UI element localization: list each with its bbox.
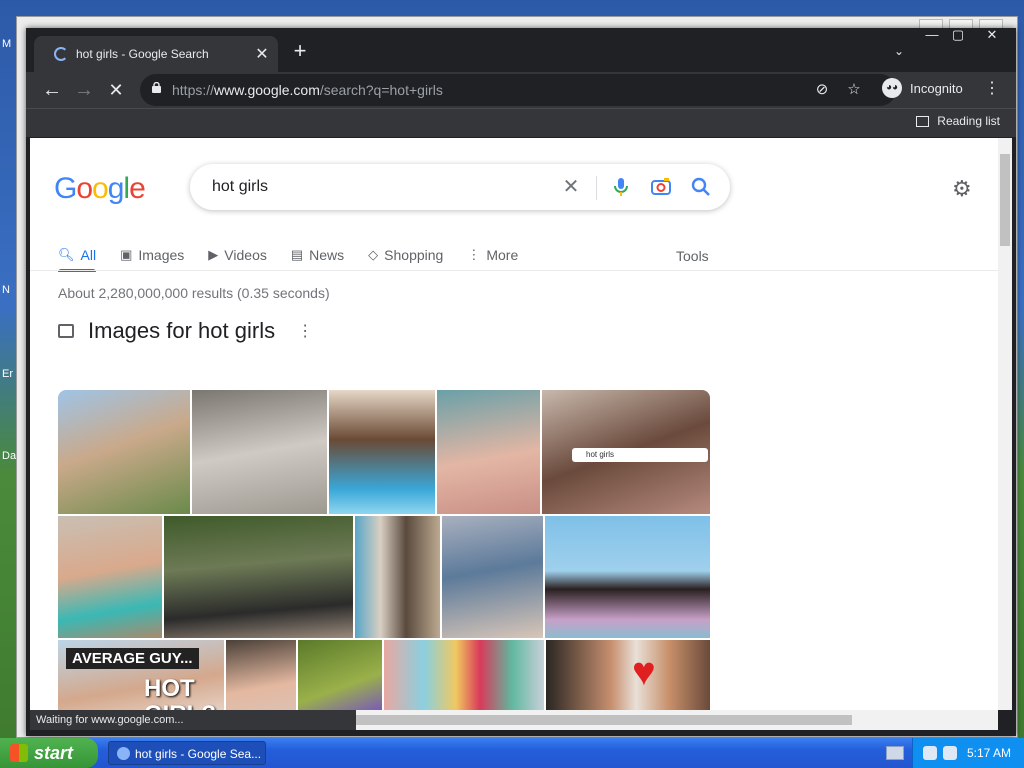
- security-icon[interactable]: [943, 746, 957, 760]
- image-thumbnail[interactable]: [545, 516, 710, 638]
- video-icon: ▶: [208, 247, 219, 262]
- more-options-icon[interactable]: ⋮: [297, 321, 313, 341]
- camera-lens-icon[interactable]: [650, 176, 672, 198]
- news-icon: ▤: [290, 247, 304, 262]
- taskbar: start hot girls - Google Sea... 5:17 AM: [0, 738, 1024, 768]
- system-tray: 5:17 AM: [912, 738, 1024, 768]
- heart-icon: ♥: [632, 650, 656, 694]
- close-window-button[interactable]: ✕: [980, 28, 1004, 42]
- incognito-icon: ◕◕: [882, 78, 902, 98]
- tab-shopping[interactable]: ◇ Shopping: [368, 240, 443, 270]
- dots-icon: ⋮: [467, 247, 481, 262]
- settings-gear-icon[interactable]: ⚙: [952, 176, 972, 202]
- incognito-profile-button[interactable]: ◕◕ Incognito: [882, 78, 963, 98]
- search-input[interactable]: hot girls: [212, 178, 268, 196]
- image-thumbnail[interactable]: [384, 640, 544, 710]
- url-text: https://www.google.com/search?q=hot+girl…: [172, 82, 443, 98]
- logo-letter: o: [76, 172, 93, 205]
- image-thumbnail[interactable]: [442, 516, 543, 638]
- bookmark-star-icon[interactable]: ☆: [844, 80, 864, 100]
- thumbnail-caption: hot girls: [572, 448, 708, 462]
- logo-letter: g: [107, 172, 125, 205]
- vertical-scrollbar[interactable]: [998, 138, 1012, 710]
- reading-list-label: Reading list: [937, 114, 1000, 128]
- image-thumbnail[interactable]: [226, 640, 296, 710]
- image-thumbnail[interactable]: [355, 516, 440, 638]
- microphone-icon[interactable]: [610, 176, 632, 198]
- search-icon[interactable]: [690, 176, 712, 198]
- keyboard-icon[interactable]: [886, 746, 904, 760]
- search-icon: 🔍︎: [58, 247, 75, 262]
- images-section-header: Images for hot girls ⋮: [58, 318, 313, 344]
- bookmarks-bar: Reading list: [26, 108, 1016, 137]
- images-heading[interactable]: Images for hot girls: [88, 318, 275, 344]
- image-thumbnail[interactable]: [192, 390, 327, 514]
- search-box[interactable]: hot girls ✕: [190, 164, 730, 210]
- new-tab-button[interactable]: +: [288, 40, 312, 64]
- tab-images[interactable]: ▣ Images: [120, 240, 184, 270]
- image-thumbnail[interactable]: [164, 516, 353, 638]
- taskbar-window-button[interactable]: hot girls - Google Sea...: [108, 741, 266, 765]
- browser-tab[interactable]: hot girls - Google Search ✕: [34, 36, 278, 72]
- forward-button[interactable]: →: [72, 78, 96, 102]
- thumbnail-overlay-text: AVERAGE GUY...: [66, 648, 199, 669]
- logo-letter: G: [54, 172, 77, 205]
- browser-toolbar: ← → ✕ https://www.google.com/search?q=ho…: [26, 72, 1016, 108]
- logo-letter: e: [129, 172, 146, 205]
- incognito-label: Incognito: [910, 80, 963, 96]
- tag-icon: ◇: [368, 247, 379, 262]
- image-icon: [58, 324, 74, 338]
- tab-news[interactable]: ▤ News: [291, 240, 344, 270]
- address-bar[interactable]: https://www.google.com/search?q=hot+girl…: [140, 74, 896, 106]
- clock[interactable]: 5:17 AM: [967, 738, 1011, 768]
- tabs-divider: [30, 270, 998, 271]
- desktop-icon-label[interactable]: N: [2, 284, 10, 296]
- search-divider: [596, 176, 597, 200]
- image-thumbnail[interactable]: [329, 390, 435, 514]
- start-button[interactable]: start: [0, 738, 98, 768]
- image-thumbnail[interactable]: ♥: [546, 640, 710, 710]
- tab-strip: hot girls - Google Search ✕ + ⌄ — ▢ ✕: [26, 28, 1016, 72]
- clear-search-icon[interactable]: ✕: [560, 176, 582, 198]
- image-thumbnail[interactable]: [58, 390, 190, 514]
- image-thumbnail[interactable]: hot girls: [542, 390, 710, 514]
- image-thumbnail[interactable]: [58, 516, 162, 638]
- lock-icon: [152, 82, 161, 93]
- desktop-icon-label[interactable]: Da: [2, 450, 16, 462]
- minimize-button[interactable]: —: [920, 28, 944, 42]
- image-thumbnail[interactable]: [437, 390, 540, 514]
- desktop-icon-label[interactable]: Er: [2, 368, 13, 380]
- image-icon: ▣: [120, 247, 133, 262]
- tracking-blocked-eye-icon[interactable]: ⊘: [812, 80, 832, 100]
- browser-window: hot girls - Google Search ✕ + ⌄ — ▢ ✕ ← …: [26, 28, 1016, 736]
- web-page: Google hot girls ✕ ⚙ 🔍︎ All ▣ Images ▶ V…: [30, 138, 998, 710]
- search-tabs: 🔍︎ All ▣ Images ▶ Videos ▤ News ◇ Shopping ⋮ M…: [58, 240, 542, 272]
- google-logo[interactable]: Google: [54, 172, 146, 206]
- browser-menu-icon[interactable]: ⋮: [984, 78, 1000, 98]
- close-tab-icon[interactable]: ✕: [252, 44, 272, 64]
- reading-list-icon: [916, 115, 930, 127]
- horizontal-scrollbar[interactable]: [356, 710, 998, 730]
- windows-flag-icon: [10, 744, 28, 762]
- chrome-icon: [117, 747, 130, 760]
- maximize-button[interactable]: ▢: [946, 28, 970, 42]
- stop-loading-button[interactable]: ✕: [104, 78, 128, 102]
- desktop-icon-label[interactable]: M: [2, 38, 11, 50]
- status-bar: Waiting for www.google.com...: [30, 710, 356, 730]
- thumbnail-overlay-text: HOT GIRL?: [144, 675, 216, 711]
- image-thumbnail[interactable]: AVERAGE GUY... HOT GIRL?: [58, 640, 224, 710]
- back-button[interactable]: ←: [40, 78, 64, 102]
- network-icon[interactable]: [923, 746, 937, 760]
- result-stats: About 2,280,000,000 results (0.35 second…: [58, 285, 330, 301]
- tab-all[interactable]: 🔍︎ All: [58, 240, 97, 272]
- tab-search-chevron-icon[interactable]: ⌄: [894, 44, 904, 58]
- loading-spinner-icon: [54, 47, 68, 61]
- logo-letter: o: [92, 172, 109, 205]
- tools-button[interactable]: Tools: [676, 248, 709, 264]
- reading-list-button[interactable]: Reading list: [916, 114, 1000, 128]
- tab-title: hot girls - Google Search: [76, 47, 209, 61]
- tab-videos[interactable]: ▶ Videos: [208, 240, 267, 270]
- tab-more[interactable]: ⋮ More: [467, 240, 518, 270]
- image-thumbnail[interactable]: [298, 640, 382, 710]
